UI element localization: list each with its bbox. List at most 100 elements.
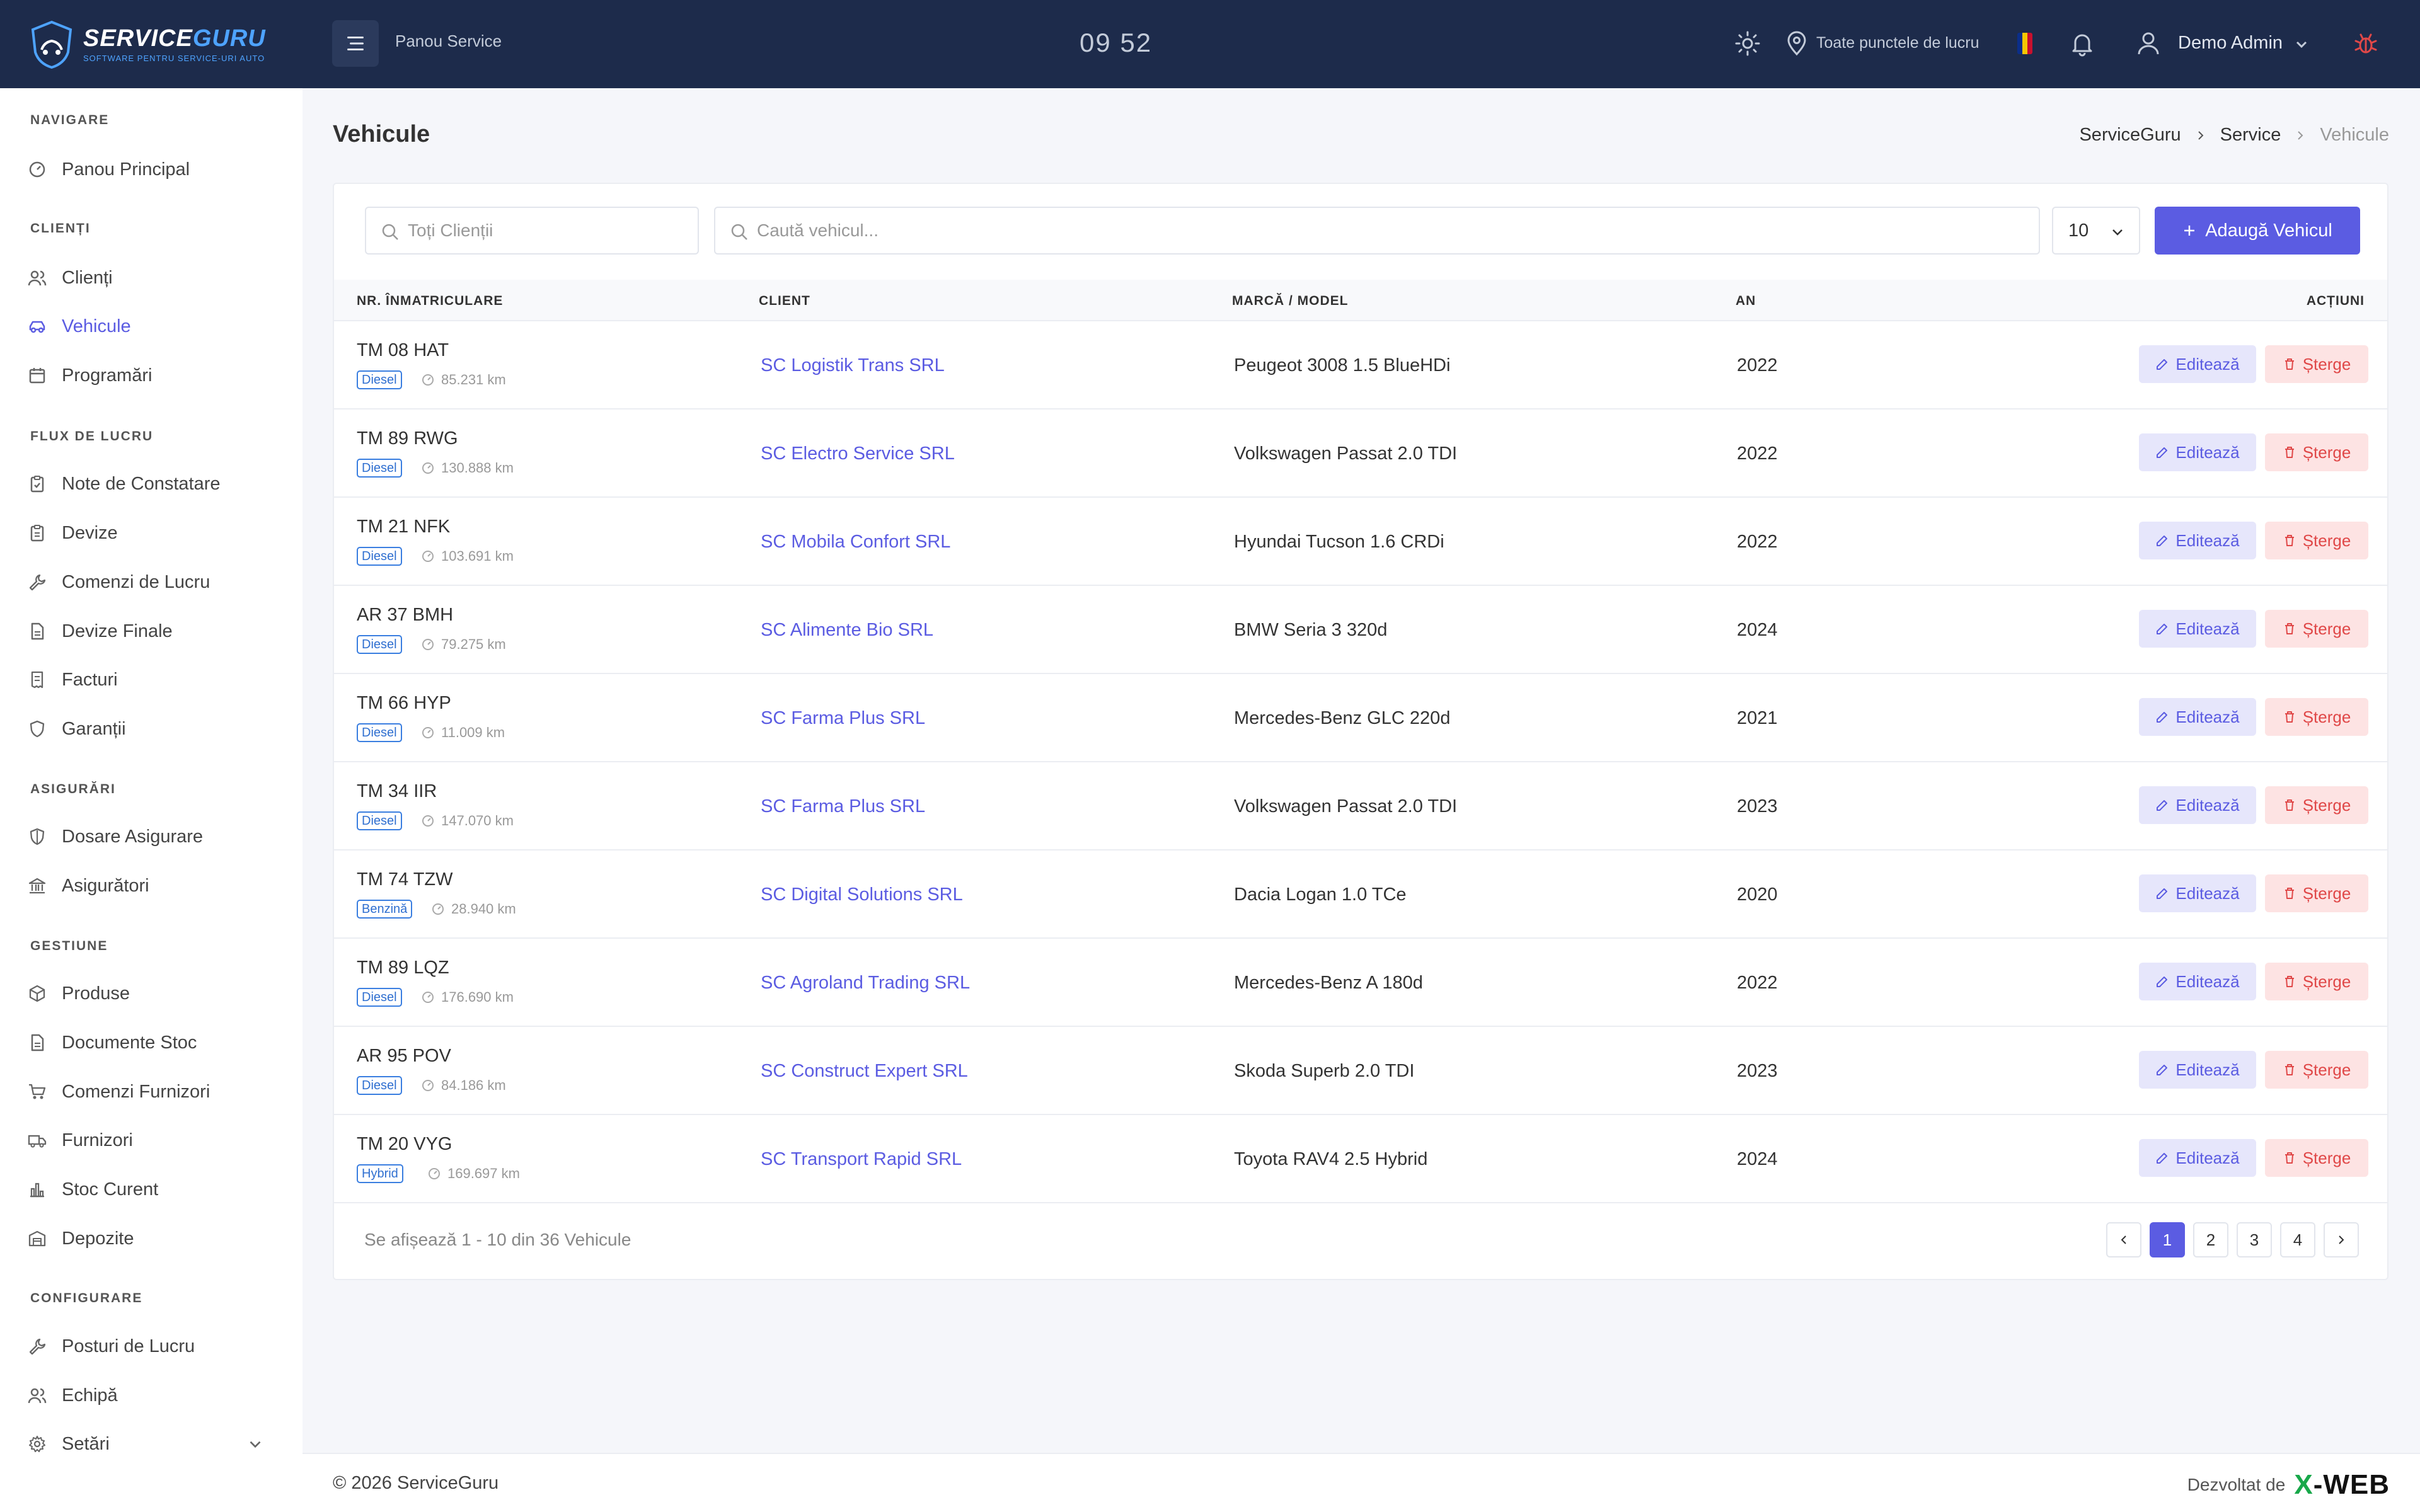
sidebar-item-insurance-files[interactable]: Dosare Asigurare — [28, 818, 280, 856]
pagination-page-3[interactable]: 3 — [2237, 1222, 2272, 1257]
pagination-page-4[interactable]: 4 — [2280, 1222, 2315, 1257]
sidebar-item-warranties[interactable]: Garanții — [28, 710, 280, 748]
gauge-icon — [422, 639, 434, 650]
delete-button[interactable]: Șterge — [2265, 1139, 2368, 1177]
edit-button[interactable]: Editează — [2139, 433, 2256, 471]
delete-button[interactable]: Șterge — [2265, 698, 2368, 736]
client-link[interactable]: SC Alimente Bio SRL — [761, 620, 933, 641]
delete-button[interactable]: Șterge — [2265, 522, 2368, 559]
edit-button[interactable]: Editează — [2139, 698, 2256, 736]
pagination-page-2[interactable]: 2 — [2193, 1222, 2228, 1257]
edit-icon — [2157, 800, 2168, 811]
delete-button[interactable]: Șterge — [2265, 433, 2368, 471]
column-header-plate[interactable]: NR. ÎNMATRICULARE — [357, 294, 503, 309]
edit-button[interactable]: Editează — [2139, 522, 2256, 559]
delete-button[interactable]: Șterge — [2265, 1051, 2368, 1089]
edit-button[interactable]: Editează — [2139, 1051, 2256, 1089]
sidebar-item-workstations[interactable]: Posturi de Lucru — [28, 1327, 280, 1365]
sidebar-item-final-estimates[interactable]: Devize Finale — [28, 612, 280, 650]
client-link[interactable]: SC Logistik Trans SRL — [761, 355, 945, 376]
trash-icon — [2285, 1152, 2294, 1164]
vehicle-model: Dacia Logan 1.0 TCe — [1234, 885, 1407, 905]
breadcrumb-item-service[interactable]: Service — [2220, 125, 2281, 146]
edit-button[interactable]: Editează — [2139, 1139, 2256, 1177]
bar-chart-icon — [30, 1183, 44, 1198]
edit-button[interactable]: Editează — [2139, 874, 2256, 912]
delete-button[interactable]: Șterge — [2265, 963, 2368, 1000]
truck-icon — [28, 1135, 47, 1148]
location-selector[interactable]: Toate punctele de lucru — [1816, 34, 1979, 52]
calendar-icon — [29, 368, 45, 384]
user-menu[interactable]: Demo Admin — [2178, 33, 2283, 54]
trash-icon — [2285, 447, 2294, 458]
language-flag-icon[interactable] — [2017, 33, 2032, 54]
client-link[interactable]: SC Agroland Trading SRL — [761, 973, 970, 994]
developer-credit[interactable]: Dezvoltat de X-WEB — [2187, 1469, 2390, 1501]
add-vehicle-button[interactable]: Adaugă Vehicul — [2155, 207, 2360, 255]
column-header-year[interactable]: AN — [1736, 294, 1756, 309]
vehicle-plate: TM 89 LQZ — [357, 958, 449, 978]
client-link[interactable]: SC Farma Plus SRL — [761, 796, 925, 817]
sidebar-item-estimates[interactable]: Devize — [28, 514, 280, 552]
sidebar-item-clients[interactable]: Clienți — [28, 259, 280, 297]
trash-icon — [2285, 976, 2294, 987]
column-header-client[interactable]: CLIENT — [759, 294, 810, 309]
client-link[interactable]: SC Digital Solutions SRL — [761, 885, 963, 905]
client-filter-input[interactable]: Toți Clienții — [365, 207, 699, 255]
client-link[interactable]: SC Farma Plus SRL — [761, 708, 925, 729]
edit-button[interactable]: Editează — [2139, 786, 2256, 824]
vehicle-model: Mercedes-Benz GLC 220d — [1234, 708, 1451, 728]
logo[interactable]: SERVICEGURU SOFTWARE PENTRU SERVICE-URI … — [29, 19, 294, 71]
pagination-page-1[interactable]: 1 — [2150, 1222, 2185, 1257]
sidebar-item-products[interactable]: Produse — [28, 975, 280, 1012]
edit-icon — [2157, 359, 2168, 370]
sidebar-item-supplier-orders[interactable]: Comenzi Furnizori — [28, 1073, 280, 1111]
mileage: 28.940 km — [431, 901, 516, 917]
client-link[interactable]: SC Construct Expert SRL — [761, 1061, 968, 1082]
pagination-next-button[interactable] — [2324, 1222, 2359, 1257]
page-size-select[interactable]: 10 — [2052, 207, 2140, 255]
sidebar-item-inspection-notes[interactable]: Note de Constatare — [28, 465, 280, 503]
chevron-down-icon[interactable] — [2294, 37, 2309, 52]
user-icon[interactable] — [2135, 30, 2162, 57]
sidebar-item-insurers[interactable]: Asigurători — [28, 867, 280, 905]
client-link[interactable]: SC Transport Rapid SRL — [761, 1149, 962, 1170]
edit-button[interactable]: Editează — [2139, 610, 2256, 648]
sidebar-section-label: CLIENȚI — [30, 221, 91, 236]
location-pin-icon[interactable] — [1783, 30, 1810, 57]
table-header: NR. ÎNMATRICULARE CLIENT MARCĂ / MODEL A… — [334, 280, 2387, 321]
sidebar-item-invoices[interactable]: Facturi — [28, 661, 280, 699]
sidebar-item-stock-documents[interactable]: Documente Stoc — [28, 1024, 280, 1062]
delete-button[interactable]: Șterge — [2265, 610, 2368, 648]
sidebar-item-current-stock[interactable]: Stoc Curent — [28, 1171, 280, 1208]
copyright: © 2026 ServiceGuru — [333, 1473, 499, 1493]
breadcrumb-item-home[interactable]: ServiceGuru — [2079, 125, 2181, 146]
sidebar-item-suppliers[interactable]: Furnizori — [28, 1121, 280, 1159]
vehicle-model: Mercedes-Benz A 180d — [1234, 973, 1423, 993]
delete-button[interactable]: Șterge — [2265, 345, 2368, 383]
table-row: TM 34 IIR Diesel 147.070 km SC Farma Plus S… — [334, 762, 2387, 850]
delete-button[interactable]: Șterge — [2265, 786, 2368, 824]
menu-toggle-button[interactable] — [332, 20, 379, 67]
client-link[interactable]: SC Electro Service SRL — [761, 444, 955, 464]
delete-button[interactable]: Șterge — [2265, 874, 2368, 912]
edit-button[interactable]: Editează — [2139, 963, 2256, 1000]
sidebar-item-warehouses[interactable]: Depozite — [28, 1220, 280, 1257]
edit-button[interactable]: Editează — [2139, 345, 2256, 383]
chevron-down-icon[interactable] — [246, 1435, 265, 1454]
sidebar-item-vehicles[interactable]: Vehicule — [28, 307, 280, 345]
vehicle-model: Toyota RAV4 2.5 Hybrid — [1234, 1149, 1428, 1169]
column-header-model[interactable]: MARCĂ / MODEL — [1232, 294, 1349, 309]
bell-icon[interactable] — [2069, 30, 2095, 57]
vehicle-search-input[interactable]: Caută vehicul... — [714, 207, 2040, 255]
sidebar-item-work-orders[interactable]: Comenzi de Lucru — [28, 563, 280, 601]
gauge-icon — [422, 815, 434, 827]
sun-icon[interactable] — [1734, 30, 1761, 57]
client-link[interactable]: SC Mobila Confort SRL — [761, 532, 950, 553]
sidebar-item-appointments[interactable]: Programări — [28, 357, 280, 394]
sidebar-item-settings[interactable]: Setări — [28, 1425, 280, 1463]
sidebar-item-team[interactable]: Echipă — [28, 1377, 280, 1414]
sidebar-item-dashboard[interactable]: Panou Principal — [28, 151, 280, 188]
bug-icon[interactable] — [2353, 30, 2379, 57]
pagination-prev-button[interactable] — [2106, 1222, 2141, 1257]
